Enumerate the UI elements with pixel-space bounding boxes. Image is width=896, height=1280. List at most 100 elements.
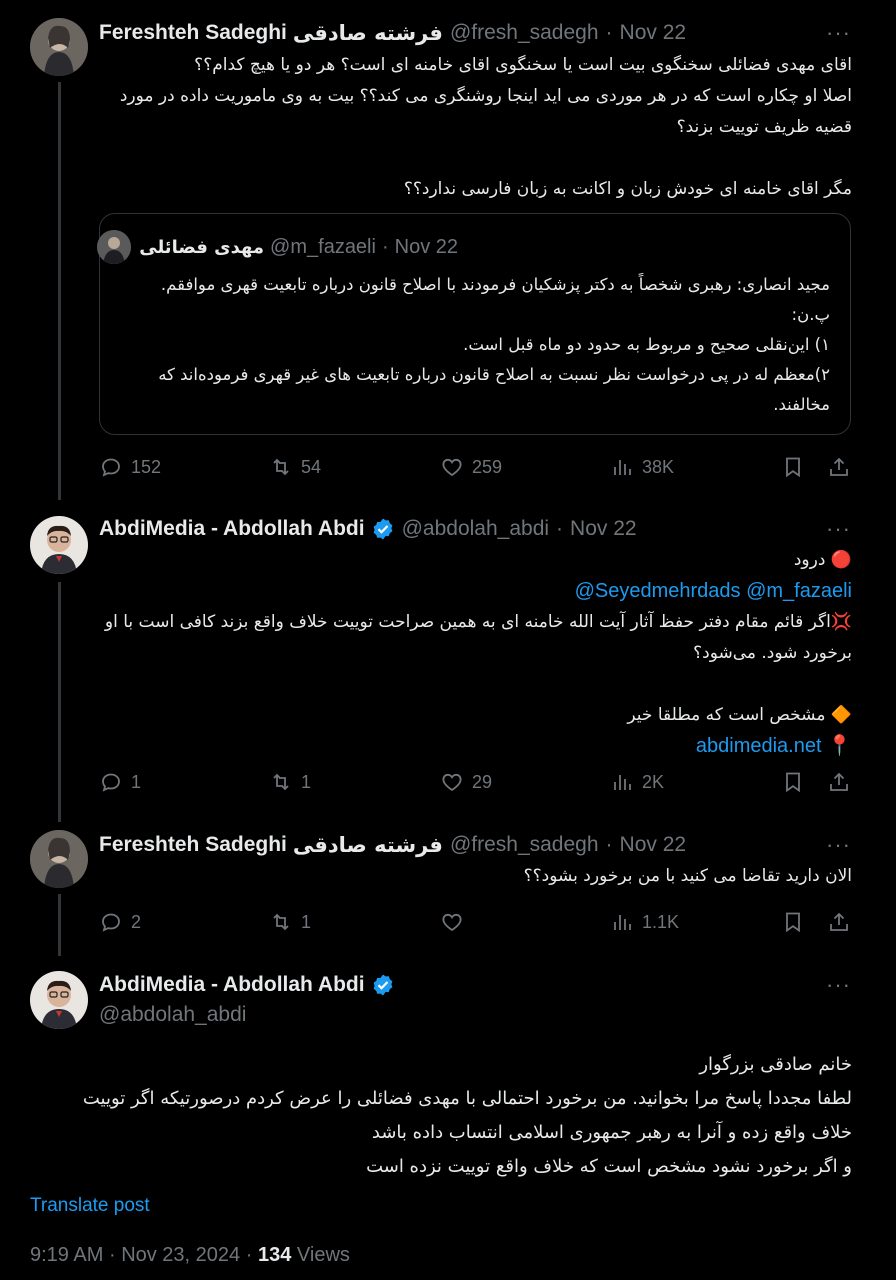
reply-button[interactable]: 2: [99, 906, 141, 938]
share-button[interactable]: [827, 766, 851, 798]
author-name-fa[interactable]: فرشته صادقی: [293, 21, 443, 45]
bookmark-icon: [786, 772, 800, 793]
repost-button[interactable]: 54: [269, 451, 321, 483]
repost-count: 1: [301, 771, 312, 792]
post-time[interactable]: 9:19 AM: [30, 1244, 103, 1266]
separator: ·: [108, 1244, 116, 1266]
separator: ·: [245, 1244, 253, 1266]
view-count: 1.1K: [642, 911, 680, 932]
avatar[interactable]: [30, 516, 88, 574]
avatar[interactable]: [30, 18, 88, 76]
share-button[interactable]: [827, 451, 851, 483]
thread-line: [58, 82, 61, 500]
main-tweet-header: AbdiMedia - Abdollah Abdi: [99, 970, 836, 1000]
tweet-actions: 152 54 259 38K: [99, 451, 855, 483]
views-label: Views: [296, 1244, 350, 1266]
quote-avatar: [97, 230, 132, 264]
heart-icon: [442, 458, 462, 477]
view-count: 38K: [642, 456, 675, 477]
separator: ·: [381, 235, 389, 258]
repost-count: 54: [301, 456, 322, 477]
share-icon: [830, 912, 848, 931]
share-icon: [830, 457, 848, 476]
bookmark-button[interactable]: [781, 906, 805, 938]
avatar[interactable]: [30, 830, 88, 888]
tweet-text: 🔴 درود @Seyedmehrdads @m_fazaeli 💢اگر قا…: [99, 545, 852, 762]
repost-icon: [273, 913, 289, 931]
tweet-actions: 1 1 29 2K: [99, 766, 855, 798]
author-handle[interactable]: @abdolah_abdi: [402, 517, 549, 541]
bookmark-icon: [786, 457, 800, 478]
reply-icon: [102, 458, 120, 477]
thread-line: [58, 582, 61, 822]
post-date[interactable]: Nov 23, 2024: [121, 1244, 240, 1266]
tweet-text: الان دارید تقاضا می کنید با من برخورد بش…: [523, 866, 852, 886]
repost-icon: [273, 458, 289, 476]
thread-line: [58, 894, 61, 956]
tweet-line: 🔶 مشخص است که مطلقا خیر: [627, 705, 852, 725]
author-name[interactable]: AbdiMedia - Abdollah Abdi: [99, 517, 365, 541]
tweet-text: اقای مهدی فضائلی سخنگوی بیت است یا سخنگو…: [119, 55, 852, 199]
like-button[interactable]: [440, 906, 472, 938]
view-count: 134: [257, 1244, 292, 1266]
views-icon: [614, 915, 631, 930]
quote-author-name: مهدی فضائلی: [139, 236, 265, 258]
views-button[interactable]: 1.1K: [610, 906, 679, 938]
tweet-actions: 2 1 1.1K: [99, 906, 855, 938]
more-options-icon[interactable]: ···: [826, 22, 850, 52]
pin-icon: 📍: [827, 735, 852, 757]
author-handle[interactable]: @abdolah_abdi: [99, 1003, 246, 1027]
bookmark-button[interactable]: [781, 766, 805, 798]
post-meta: 9:19 AM · Nov 23, 2024 · 134 Views: [30, 1244, 350, 1267]
separator: ·: [556, 517, 564, 540]
reply-count: 2: [131, 911, 142, 932]
reply-button[interactable]: 1: [99, 766, 141, 798]
view-count: 2K: [642, 771, 665, 792]
author-name[interactable]: Fereshteh Sadeghi: [99, 21, 287, 45]
repost-button[interactable]: 1: [269, 906, 311, 938]
bookmark-icon: [786, 912, 800, 933]
repost-count: 1: [301, 911, 312, 932]
avatar[interactable]: [30, 971, 88, 1029]
tweet-date[interactable]: Nov 22: [620, 833, 687, 857]
tweet-date[interactable]: Nov 22: [570, 517, 637, 541]
quote-author-handle: @m_fazaeli: [270, 235, 376, 258]
reply-icon: [102, 913, 120, 932]
mention-links[interactable]: @Seyedmehrdads @m_fazaeli: [99, 576, 852, 607]
author-name-fa[interactable]: فرشته صادقی: [293, 833, 443, 857]
share-button[interactable]: [827, 906, 851, 938]
like-button[interactable]: 29: [440, 766, 492, 798]
separator: ·: [605, 21, 613, 44]
reply-button[interactable]: 152: [99, 451, 161, 483]
author-name[interactable]: AbdiMedia - Abdollah Abdi: [99, 973, 365, 997]
like-count: 259: [472, 456, 503, 477]
translate-post-link[interactable]: Translate post: [30, 1195, 150, 1217]
separator: ·: [605, 833, 613, 856]
tweet-date[interactable]: Nov 22: [620, 21, 687, 45]
like-button[interactable]: 259: [440, 451, 502, 483]
repost-icon: [273, 773, 289, 791]
reply-icon: [102, 773, 120, 792]
tweet-header: AbdiMedia - Abdollah Abdi @abdolah_abdi …: [99, 514, 836, 544]
tweet-header: Fereshteh Sadeghi فرشته صادقی @fresh_sad…: [99, 830, 836, 860]
author-handle[interactable]: @fresh_sadegh: [450, 833, 599, 857]
like-count: 29: [472, 771, 493, 792]
quote-date: Nov 22: [394, 235, 458, 258]
views-icon: [614, 775, 631, 790]
verified-badge-icon: [373, 974, 392, 996]
quote-header: مهدی فضائلی @m_fazaeli · Nov 22: [97, 230, 458, 264]
repost-button[interactable]: 1: [269, 766, 311, 798]
views-icon: [614, 460, 631, 475]
main-tweet-text: خانم صادقی بزرگوار لطفا مجددا پاسخ مرا ب…: [82, 1054, 852, 1177]
tweet-line: 🔴 درود: [793, 550, 852, 570]
views-button[interactable]: 38K: [610, 451, 674, 483]
bookmark-button[interactable]: [781, 451, 805, 483]
author-handle[interactable]: @fresh_sadegh: [450, 21, 599, 45]
quoted-tweet[interactable]: مهدی فضائلی @m_fazaeli · Nov 22 مجید انص…: [97, 213, 851, 435]
author-name[interactable]: Fereshteh Sadeghi: [99, 833, 287, 857]
more-options-icon[interactable]: ···: [826, 974, 850, 1004]
website-link[interactable]: abdimedia.net: [696, 735, 822, 757]
views-button[interactable]: 2K: [610, 766, 664, 798]
heart-icon: [442, 773, 462, 792]
reply-count: 1: [131, 771, 142, 792]
